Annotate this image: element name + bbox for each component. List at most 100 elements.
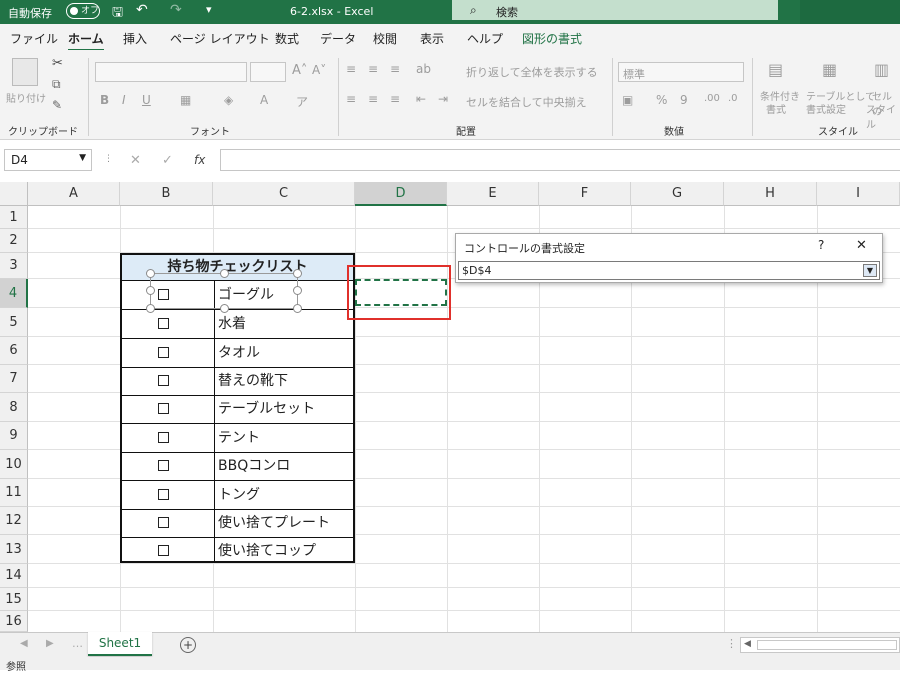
name-box-dropdown-icon[interactable]: ▼ xyxy=(79,153,86,163)
increase-decimal-icon[interactable]: .00 xyxy=(704,93,720,104)
checkbox[interactable] xyxy=(158,403,169,414)
tab-file[interactable]: ファイル xyxy=(10,30,58,47)
row-header-11[interactable]: 11 xyxy=(0,479,28,507)
formula-input[interactable] xyxy=(220,149,900,171)
paste-label[interactable]: 貼り付け xyxy=(6,90,46,105)
column-header-b[interactable]: B xyxy=(120,182,213,206)
row-header-13[interactable]: 13 xyxy=(0,535,28,564)
search-box[interactable]: ⌕ 検索 xyxy=(452,0,778,20)
copy-icon[interactable]: ⧉ xyxy=(52,77,61,92)
scrollbar-left-arrow-icon[interactable]: ◀ xyxy=(744,639,751,649)
resize-handle[interactable] xyxy=(220,304,229,313)
column-header-f[interactable]: F xyxy=(539,182,631,206)
row-header-12[interactable]: 12 xyxy=(0,507,28,535)
decrease-decimal-icon[interactable]: .0 xyxy=(728,93,738,104)
cell-styles-label-2[interactable]: スタイル xyxy=(866,101,900,131)
row-header-10[interactable]: 10 xyxy=(0,450,28,479)
resize-handle[interactable] xyxy=(146,269,155,278)
expand-dialog-icon[interactable]: ▼ xyxy=(863,264,877,277)
tab-insert[interactable]: 挿入 xyxy=(123,30,147,47)
checkbox[interactable] xyxy=(158,318,169,329)
checkbox[interactable] xyxy=(158,517,169,528)
tab-shape-format[interactable]: 図形の書式 xyxy=(522,30,582,47)
align-top-icon[interactable]: ≡ xyxy=(346,62,356,76)
scroll-right-icon[interactable]: ▶ xyxy=(46,638,54,649)
checkbox[interactable] xyxy=(158,375,169,386)
number-format-combo[interactable]: 標準 xyxy=(618,62,744,82)
tab-data[interactable]: データ xyxy=(320,30,356,47)
cell-styles-icon[interactable]: ▥ xyxy=(874,60,889,79)
select-all-corner[interactable] xyxy=(0,182,28,206)
row-header-8[interactable]: 8 xyxy=(0,393,28,422)
align-center-icon[interactable]: ≡ xyxy=(368,92,378,106)
add-sheet-button[interactable]: + xyxy=(180,637,196,653)
row-header-5[interactable]: 5 xyxy=(0,308,28,337)
accounting-icon[interactable]: ▣ xyxy=(622,93,633,107)
phonetic-icon[interactable]: ア xyxy=(296,93,308,110)
cell-link-input[interactable]: $D$4 ▼ xyxy=(458,261,880,280)
tab-review[interactable]: 校閲 xyxy=(373,30,397,47)
italic-icon[interactable]: I xyxy=(122,93,126,107)
resize-handle[interactable] xyxy=(293,304,302,313)
tab-view[interactable]: 表示 xyxy=(420,30,444,47)
checkbox[interactable] xyxy=(158,545,169,556)
cut-icon[interactable]: ✂ xyxy=(52,56,63,71)
border-icon[interactable]: ▦ xyxy=(180,93,191,107)
scroll-left-icon[interactable]: ◀ xyxy=(20,638,28,649)
underline-icon[interactable]: U xyxy=(142,93,151,107)
insert-function-icon[interactable]: fx xyxy=(194,153,205,167)
tab-home[interactable]: ホーム xyxy=(68,30,104,52)
align-bottom-icon[interactable]: ≡ xyxy=(390,62,400,76)
tab-page-layout[interactable]: ページ レイアウト xyxy=(170,30,270,47)
checkbox[interactable] xyxy=(158,489,169,500)
font-color-icon[interactable]: A xyxy=(260,93,268,107)
checkbox[interactable] xyxy=(158,432,169,443)
name-box[interactable]: D4 ▼ xyxy=(4,149,92,171)
checkbox[interactable] xyxy=(158,347,169,358)
row-header-7[interactable]: 7 xyxy=(0,365,28,393)
row-header-16[interactable]: 16 xyxy=(0,611,28,632)
tab-split-icon[interactable]: ⋮ xyxy=(726,637,737,650)
scrollbar-thumb[interactable] xyxy=(757,640,897,650)
font-size-combo[interactable] xyxy=(250,62,286,82)
resize-handle[interactable] xyxy=(146,286,155,295)
column-header-g[interactable]: G xyxy=(631,182,724,206)
align-left-icon[interactable]: ≡ xyxy=(346,92,356,106)
column-header-d[interactable]: D xyxy=(355,182,447,206)
column-header-e[interactable]: E xyxy=(447,182,539,206)
row-header-6[interactable]: 6 xyxy=(0,337,28,365)
cond-format-label-2[interactable]: 書式 xyxy=(766,101,786,116)
font-name-combo[interactable] xyxy=(95,62,247,82)
horizontal-scrollbar[interactable]: ◀ xyxy=(740,637,900,653)
column-header-i[interactable]: I xyxy=(817,182,900,206)
fill-color-icon[interactable]: ◈ xyxy=(224,93,233,107)
format-table-label-2[interactable]: 書式設定 xyxy=(806,101,846,116)
column-header-a[interactable]: A xyxy=(28,182,120,206)
format-painter-icon[interactable]: ✎ xyxy=(52,98,62,112)
conditional-format-icon[interactable]: ▤ xyxy=(768,60,783,79)
row-header-2[interactable]: 2 xyxy=(0,229,28,253)
autosave-toggle[interactable]: オフ xyxy=(66,3,100,19)
wrap-text-button[interactable]: 折り返して全体を表示する xyxy=(466,64,598,80)
tab-help[interactable]: ヘルプ xyxy=(467,30,503,47)
comma-icon[interactable]: 9 xyxy=(680,93,688,107)
column-header-c[interactable]: C xyxy=(213,182,355,206)
column-header-h[interactable]: H xyxy=(724,182,817,206)
row-header-1[interactable]: 1 xyxy=(0,206,28,229)
resize-handle[interactable] xyxy=(220,269,229,278)
tab-overflow-icon[interactable]: … xyxy=(72,637,83,650)
dialog-close-button[interactable]: ✕ xyxy=(856,238,867,253)
resize-handle[interactable] xyxy=(146,304,155,313)
align-middle-icon[interactable]: ≡ xyxy=(368,62,378,76)
resize-handle[interactable] xyxy=(293,286,302,295)
dialog-help-button[interactable]: ? xyxy=(818,238,824,252)
row-header-3[interactable]: 3 xyxy=(0,253,28,279)
save-icon[interactable]: 🖫 xyxy=(112,3,123,25)
format-as-table-icon[interactable]: ▦ xyxy=(822,60,837,79)
increase-font-icon[interactable]: A˄ xyxy=(292,63,307,78)
orientation-icon[interactable]: ab xyxy=(416,62,431,76)
merge-center-button[interactable]: セルを結合して中央揃え xyxy=(466,94,587,110)
percent-icon[interactable]: % xyxy=(656,93,667,107)
customize-qat-icon[interactable]: ▾ xyxy=(206,3,212,16)
row-header-15[interactable]: 15 xyxy=(0,588,28,611)
